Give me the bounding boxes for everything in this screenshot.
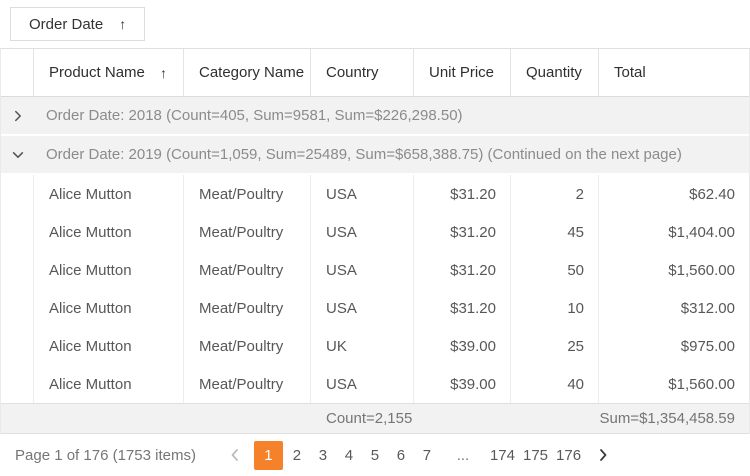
prev-page-icon[interactable] (222, 441, 248, 470)
column-header-product-name[interactable]: Product Name ↑ (34, 49, 184, 96)
cell-category: Meat/Poultry (184, 365, 311, 403)
table-row[interactable]: Alice Mutton Meat/Poultry USA $31.20 10 … (1, 289, 749, 327)
cell-category: Meat/Poultry (184, 289, 311, 327)
cell-country: USA (311, 289, 414, 327)
cell-country: USA (311, 175, 414, 213)
page-button[interactable]: 2 (285, 441, 309, 470)
expand-cell (1, 175, 34, 213)
column-label: Unit Price (429, 64, 494, 81)
header-row: Product Name ↑ Category Name Country Uni… (1, 49, 749, 97)
column-label: Category Name (199, 64, 304, 81)
group-row-label: Order Date: 2019 (Count=1,059, Sum=25489… (46, 146, 682, 163)
page-button[interactable]: 1 (254, 441, 283, 470)
pager: Page 1 of 176 (1753 items) 1 2 3 4 5 6 7… (0, 434, 750, 476)
cell-product: Alice Mutton (34, 175, 184, 213)
cell-unit-price: $31.20 (414, 251, 511, 289)
column-label: Quantity (526, 64, 582, 81)
header-expand-column (1, 49, 34, 96)
column-label: Country (326, 64, 379, 81)
cell-unit-price: $31.20 (414, 289, 511, 327)
cell-quantity: 2 (511, 175, 599, 213)
cell-country: USA (311, 213, 414, 251)
cell-quantity: 45 (511, 213, 599, 251)
table-row[interactable]: Alice Mutton Meat/Poultry USA $31.20 45 … (1, 213, 749, 251)
column-header-country[interactable]: Country (311, 49, 414, 96)
summary-sum: Sum=$1,354,458.59 (599, 404, 749, 433)
page-button[interactable]: 6 (389, 441, 413, 470)
cell-total: $1,560.00 (599, 251, 749, 289)
cell-total: $975.00 (599, 327, 749, 365)
summary-row: Count=2,155 Sum=$1,354,458.59 (1, 403, 749, 434)
data-grid-app: Order Date ↑ Product Name ↑ Category Nam… (0, 0, 750, 476)
cell-product: Alice Mutton (34, 213, 184, 251)
cell-product: Alice Mutton (34, 327, 184, 365)
cell-unit-price: $39.00 (414, 365, 511, 403)
cell-quantity: 50 (511, 251, 599, 289)
page-ellipsis: ... (449, 447, 477, 464)
cell-quantity: 25 (511, 327, 599, 365)
summary-count: Count=2,155 (311, 404, 414, 433)
column-label: Total (614, 64, 646, 81)
cell-product: Alice Mutton (34, 289, 184, 327)
cell-unit-price: $31.20 (414, 175, 511, 213)
page-button[interactable]: 4 (337, 441, 361, 470)
cell-country: USA (311, 365, 414, 403)
cell-country: USA (311, 251, 414, 289)
page-button[interactable]: 174 (487, 441, 518, 470)
group-row-2018[interactable]: Order Date: 2018 (Count=405, Sum=9581, S… (1, 97, 749, 136)
table-row[interactable]: Alice Mutton Meat/Poultry UK $39.00 25 $… (1, 327, 749, 365)
page-button[interactable]: 3 (311, 441, 335, 470)
cell-total: $312.00 (599, 289, 749, 327)
column-header-unit-price[interactable]: Unit Price (414, 49, 511, 96)
page-button[interactable]: 176 (553, 441, 584, 470)
cell-category: Meat/Poultry (184, 213, 311, 251)
group-chip-label: Order Date (29, 16, 103, 33)
grid: Product Name ↑ Category Name Country Uni… (0, 48, 750, 434)
column-header-category-name[interactable]: Category Name (184, 49, 311, 96)
group-row-2019[interactable]: Order Date: 2019 (Count=1,059, Sum=25489… (1, 136, 749, 175)
table-row[interactable]: Alice Mutton Meat/Poultry USA $31.20 50 … (1, 251, 749, 289)
table-row[interactable]: Alice Mutton Meat/Poultry USA $31.20 2 $… (1, 175, 749, 213)
expand-cell (1, 251, 34, 289)
column-header-quantity[interactable]: Quantity (511, 49, 599, 96)
column-label: Product Name (49, 64, 145, 81)
chevron-right-icon[interactable] (1, 109, 34, 123)
cell-total: $1,560.00 (599, 365, 749, 403)
sort-asc-icon: ↑ (119, 17, 126, 31)
cell-category: Meat/Poultry (184, 175, 311, 213)
column-header-total[interactable]: Total (599, 49, 749, 96)
cell-total: $1,404.00 (599, 213, 749, 251)
group-chip-order-date[interactable]: Order Date ↑ (10, 7, 145, 41)
cell-category: Meat/Poultry (184, 327, 311, 365)
cell-category: Meat/Poultry (184, 251, 311, 289)
expand-cell (1, 365, 34, 403)
sort-asc-icon: ↑ (160, 66, 167, 80)
table-row[interactable]: Alice Mutton Meat/Poultry USA $39.00 40 … (1, 365, 749, 403)
next-page-icon[interactable] (590, 441, 616, 470)
cell-quantity: 40 (511, 365, 599, 403)
group-panel: Order Date ↑ (0, 0, 750, 48)
expand-cell (1, 289, 34, 327)
cell-country: UK (311, 327, 414, 365)
page-info: Page 1 of 176 (1753 items) (15, 447, 196, 464)
expand-cell (1, 213, 34, 251)
cell-unit-price: $39.00 (414, 327, 511, 365)
page-list: 1 2 3 4 5 6 7 ... 174 175 176 (222, 441, 616, 470)
cell-product: Alice Mutton (34, 365, 184, 403)
chevron-down-icon[interactable] (1, 148, 34, 162)
page-button[interactable]: 7 (415, 441, 439, 470)
expand-cell (1, 327, 34, 365)
page-button[interactable]: 175 (520, 441, 551, 470)
cell-product: Alice Mutton (34, 251, 184, 289)
cell-total: $62.40 (599, 175, 749, 213)
page-button[interactable]: 5 (363, 441, 387, 470)
cell-quantity: 10 (511, 289, 599, 327)
group-row-label: Order Date: 2018 (Count=405, Sum=9581, S… (46, 107, 463, 124)
cell-unit-price: $31.20 (414, 213, 511, 251)
